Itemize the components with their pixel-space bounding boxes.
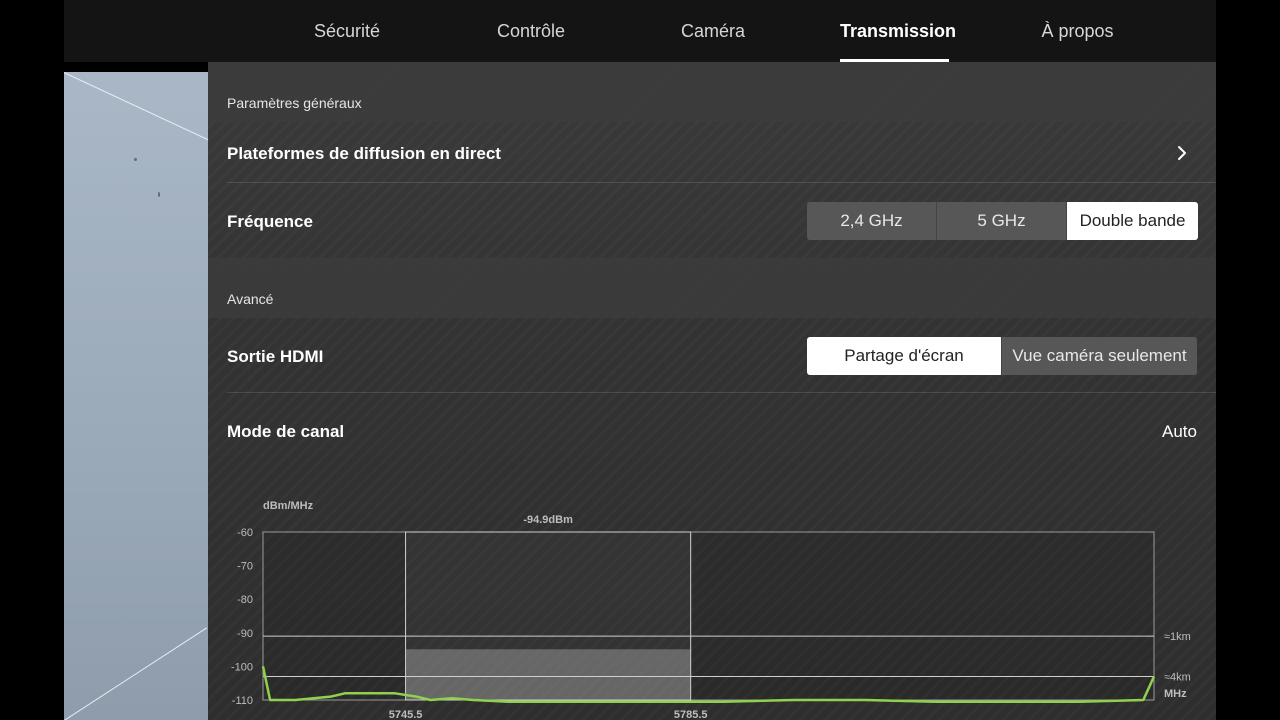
camera-feed-speck [158, 192, 160, 197]
chart-x-axis-label: MHz [1164, 688, 1187, 700]
chart-reference-line-label: ≈4km [1164, 671, 1191, 683]
tab-transmission[interactable]: Transmission [840, 0, 956, 62]
chart-reference-line-label: ≈1km [1164, 631, 1191, 643]
chart-y-tick-label: -60 [237, 527, 253, 539]
tab-controle[interactable]: Contrôle [496, 0, 566, 62]
chart-y-tick-label: -100 [231, 661, 253, 673]
tab-bar: Sécurité Contrôle Caméra Transmission À … [64, 0, 1216, 62]
tab-a-propos[interactable]: À propos [1041, 0, 1114, 62]
chart-y-tick-label: -80 [237, 594, 253, 606]
chart-y-tick-label: -110 [232, 695, 253, 707]
camera-feed-line [64, 72, 208, 145]
chart-x-tick-label: 5745.5 [389, 709, 423, 720]
camera-feed-background [64, 72, 208, 720]
chart-y-tick-label: -70 [237, 561, 253, 573]
chart-x-tick-label: 5785.5 [674, 709, 708, 720]
camera-feed-line [64, 627, 208, 720]
camera-feed-speck [134, 158, 137, 161]
chart-selected-channel-level-label: -94.9dBm [523, 514, 573, 526]
tab-securite[interactable]: Sécurité [314, 0, 380, 62]
chart-y-axis-label: dBm/MHz [263, 500, 314, 512]
chart-plot-frame [262, 531, 1155, 701]
channel-interference-chart: dBm/MHz MHz -60 -70 -80 -90 -100 -110 -94.9dBm… [231, 500, 1191, 720]
chart-selected-channel-level-bar [405, 649, 691, 700]
chart-y-tick-label: -90 [237, 628, 253, 640]
transmission-settings-panel: Paramètres généraux Plateformes de diffu… [208, 62, 1216, 720]
tab-camera[interactable]: Caméra [681, 0, 745, 62]
